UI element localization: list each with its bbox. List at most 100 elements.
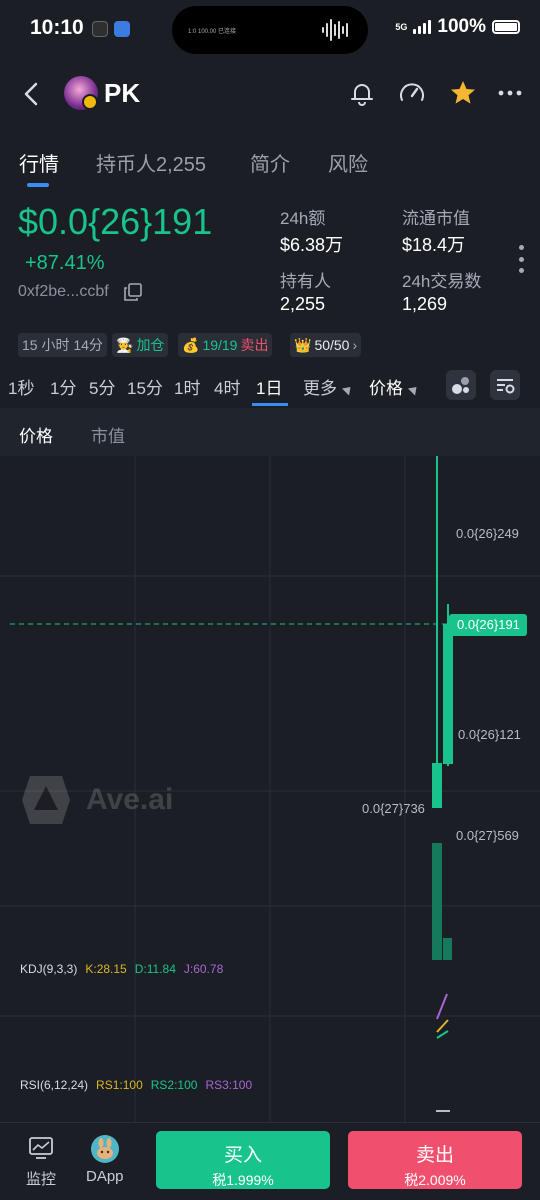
interval-1h[interactable]: 1时 xyxy=(174,374,200,399)
kdj-k: K:28.15 xyxy=(85,962,127,976)
volume-label: 24h额 xyxy=(280,209,326,228)
age-text: 15 小时 14分 xyxy=(22,337,103,353)
sell-chip[interactable]: 💰 19/19 卖出 xyxy=(178,333,273,357)
sell-tax: 税2.009% xyxy=(404,1172,466,1188)
interval-1d[interactable]: 1日 xyxy=(256,374,282,399)
tab-risk[interactable]: 风险 xyxy=(328,148,368,177)
dynamic-island: 1:0 100.00 已连接 xyxy=(172,6,368,54)
kdj-d: D:11.84 xyxy=(134,962,176,976)
sell-button[interactable]: 卖出 税2.009% xyxy=(348,1131,522,1189)
candle-1-body xyxy=(432,763,442,808)
battery-percent: 100% xyxy=(437,16,486,37)
status-time: 10:10 xyxy=(30,16,84,39)
tab-holders[interactable]: 持币人2,255 xyxy=(96,148,206,177)
chevron-left-icon[interactable] xyxy=(20,80,44,108)
price-change: +87.41% xyxy=(25,252,105,274)
price-label-high: 0.0{26}249 xyxy=(456,526,519,541)
kdj-legend[interactable]: KDJ(9,3,3) K:28.15 D:11.84 J:60.78 xyxy=(20,962,223,976)
star-icon[interactable] xyxy=(448,78,478,108)
dropdown-triangle-icon xyxy=(407,383,421,396)
subtab-price[interactable]: 价格 xyxy=(19,422,53,447)
txns-label: 24h交易数 xyxy=(402,272,482,291)
mcap-label: 流通市值 xyxy=(402,209,470,228)
volume-value: $6.38万 xyxy=(280,235,344,255)
interval-15m[interactable]: 15分 xyxy=(127,374,163,399)
add-label: 加仓 xyxy=(136,337,165,353)
price-label-mid: 0.0{26}121 xyxy=(458,727,521,742)
buy-tax: 税1.999% xyxy=(212,1172,274,1188)
rsi-legend[interactable]: RSI(6,12,24) RS1:100 RS2:100 RS3:100 xyxy=(20,1078,252,1092)
token-name: PK xyxy=(104,78,141,108)
rsi-name: RSI(6,12,24) xyxy=(20,1078,89,1092)
dapp-label[interactable]: DApp xyxy=(86,1168,124,1185)
more-label: 更多 xyxy=(303,379,337,398)
network-label: 5G xyxy=(395,21,408,32)
bnb-chain-icon xyxy=(82,94,98,110)
sell-count: 19/19 xyxy=(202,337,238,353)
watermark-text: Ave.ai xyxy=(86,783,174,816)
chart-settings-button[interactable] xyxy=(490,370,520,400)
interval-1s[interactable]: 1秒 xyxy=(8,374,34,399)
age-chip: 15 小时 14分 xyxy=(18,333,107,357)
rsi-2: RS2:100 xyxy=(150,1078,198,1092)
music-app-icon xyxy=(92,21,108,37)
monitor-icon[interactable] xyxy=(29,1137,53,1159)
chef-icon: 🧑‍🍳 xyxy=(116,336,134,353)
island-text: 1:0 100.00 已连接 xyxy=(188,29,237,35)
more-intervals-dropdown[interactable]: 更多 xyxy=(303,374,355,399)
contract-address: 0xf2be...ccbf xyxy=(18,283,109,300)
subtab-mcap[interactable]: 市值 xyxy=(91,422,125,447)
buy-button[interactable]: 买入 税1.999% xyxy=(156,1131,330,1189)
txns-value: 1,269 xyxy=(402,294,448,314)
kdj-j: J:60.78 xyxy=(183,962,224,976)
indicator-toggle-button[interactable] xyxy=(446,370,476,400)
volume-bar-1 xyxy=(432,843,442,960)
status-right: 5G 100% xyxy=(395,16,520,38)
copy-icon[interactable] xyxy=(124,283,142,301)
tab-market[interactable]: 行情 xyxy=(19,148,59,177)
buy-label: 买入 xyxy=(223,1145,262,1166)
ave-logo-icon xyxy=(22,776,70,824)
vertical-more-icon[interactable] xyxy=(518,245,524,273)
tab-intro[interactable]: 简介 xyxy=(250,148,290,177)
mcap-value: $18.4万 xyxy=(402,235,466,255)
kdj-name: KDJ(9,3,3) xyxy=(20,962,78,976)
signal-icon xyxy=(413,20,432,34)
active-tab-indicator xyxy=(27,183,49,187)
candle-2-body xyxy=(443,624,453,764)
score-chip[interactable]: 👑 50/50 › xyxy=(290,333,362,357)
holders-value: 2,255 xyxy=(280,294,326,314)
monitor-label[interactable]: 监控 xyxy=(26,1168,56,1189)
score-text: 50/50 xyxy=(314,337,350,353)
app-notification-icon xyxy=(114,21,130,37)
price-label-bottom: 0.0{27}569 xyxy=(456,828,519,843)
current-price: $0.0{26}191 xyxy=(18,201,213,242)
rsi-3: RS3:100 xyxy=(205,1078,253,1092)
battery-icon xyxy=(492,20,520,34)
interval-4h[interactable]: 4时 xyxy=(214,374,240,399)
bubbles-icon xyxy=(452,377,469,394)
holders-label: 持有人 xyxy=(280,272,331,291)
crown-icon: 👑 xyxy=(294,336,312,353)
dapp-bunny-icon[interactable] xyxy=(91,1135,119,1163)
gauge-icon[interactable] xyxy=(397,78,427,108)
sell-chip-label: 卖出 xyxy=(240,337,269,353)
current-price-tag: 0.0{26}191 xyxy=(449,614,527,636)
price-select-label: 价格 xyxy=(369,379,403,398)
chart-type-bar xyxy=(0,408,540,456)
sell-label: 卖出 xyxy=(415,1145,454,1166)
rsi-1: RS1:100 xyxy=(96,1078,143,1092)
chevron-right-icon: › xyxy=(352,337,358,353)
bell-icon[interactable] xyxy=(347,78,377,108)
add-position-chip[interactable]: 🧑‍🍳 加仓 xyxy=(112,333,169,357)
dropdown-triangle-icon xyxy=(341,383,355,396)
interval-5m[interactable]: 5分 xyxy=(89,374,115,399)
money-bag-icon: 💰 xyxy=(182,336,200,353)
ave-watermark: Ave.ai xyxy=(18,772,173,828)
settings-list-icon xyxy=(497,379,515,394)
interval-1m[interactable]: 1分 xyxy=(50,374,76,399)
active-interval-indicator xyxy=(252,403,288,406)
volume-bar-2 xyxy=(443,938,452,960)
ellipsis-icon[interactable] xyxy=(496,78,526,108)
price-type-dropdown[interactable]: 价格 xyxy=(369,374,421,399)
